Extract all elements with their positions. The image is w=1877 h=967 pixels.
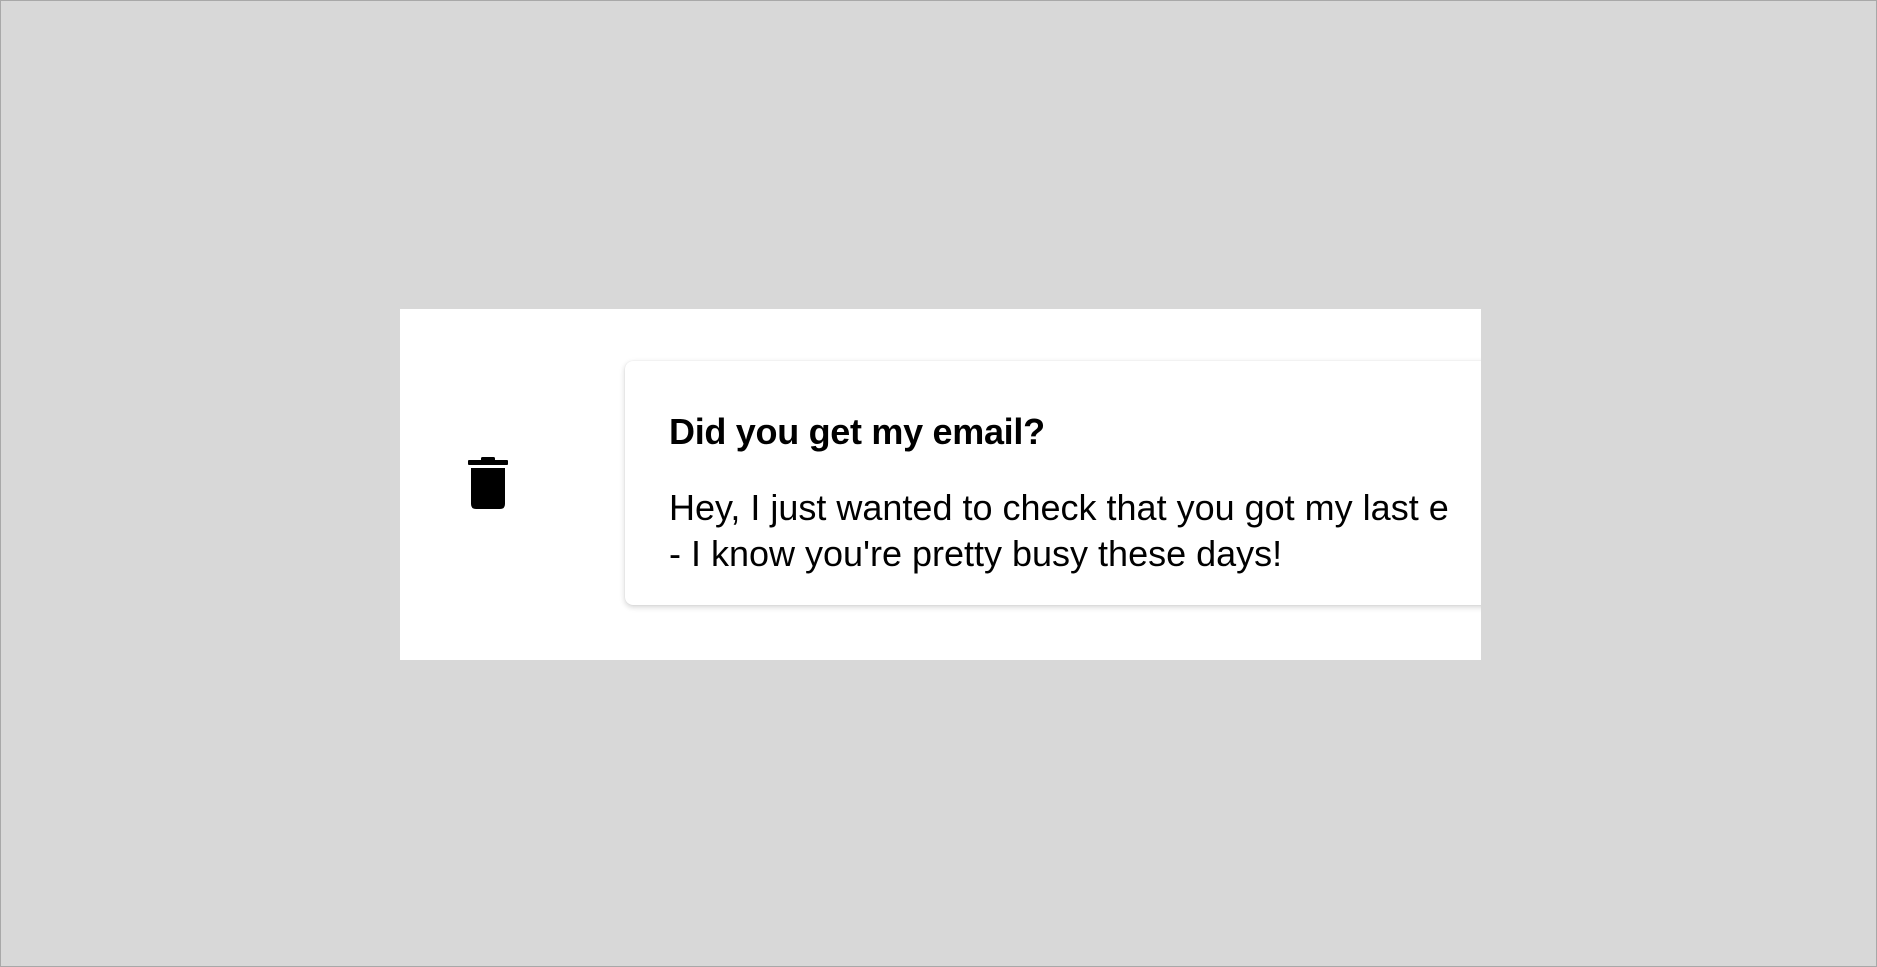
screen-frame: Did you get my email? Hey, I just wanted…	[0, 0, 1877, 967]
message-body-line-2: - I know you're pretty busy these days!	[669, 533, 1283, 574]
swipe-item-container[interactable]: Did you get my email? Hey, I just wanted…	[400, 309, 1481, 660]
message-body: Hey, I just wanted to check that you got…	[669, 485, 1449, 577]
message-body-line-1: Hey, I just wanted to check that you got…	[669, 487, 1449, 528]
message-title: Did you get my email?	[669, 411, 1045, 452]
delete-action-area[interactable]	[400, 309, 580, 660]
trash-icon[interactable]	[468, 457, 508, 509]
message-card[interactable]: Did you get my email? Hey, I just wanted…	[625, 361, 1481, 605]
